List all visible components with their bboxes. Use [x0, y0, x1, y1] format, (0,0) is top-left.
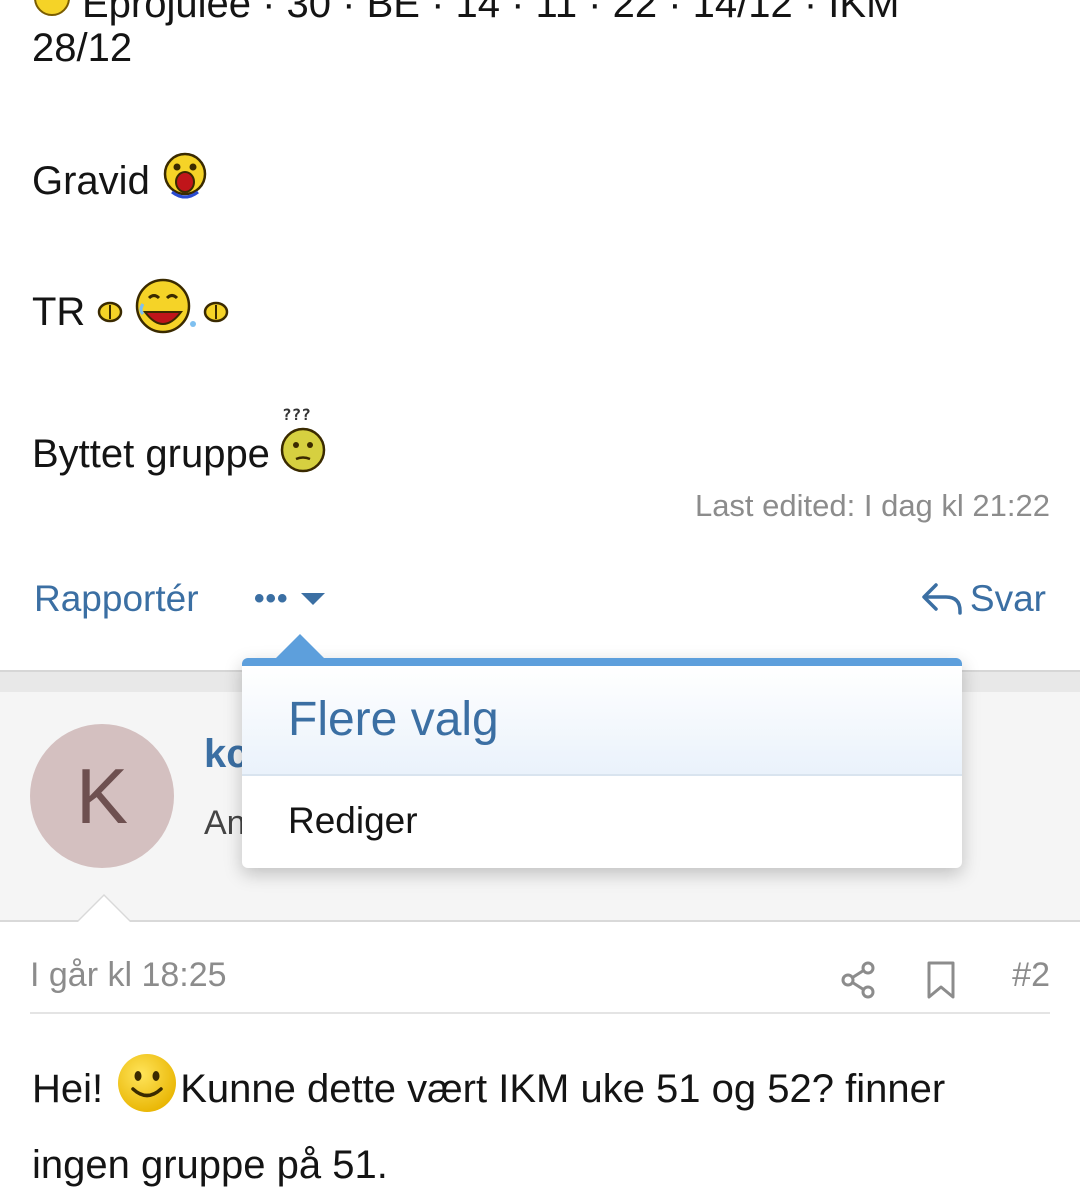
- small-hand-icon: [203, 288, 229, 336]
- post-2-body: Hei! Kunne dette vært IKM uke 51 og 52? …: [32, 1052, 1052, 1191]
- post-text-tr: TR: [32, 276, 229, 347]
- post-text-gravid: Gravid: [32, 150, 210, 211]
- more-options-button[interactable]: •••: [254, 574, 334, 624]
- confused-smiley-icon: ???: [278, 405, 328, 485]
- tr-text: TR: [32, 289, 86, 334]
- reply-label: Svar: [969, 578, 1046, 619]
- more-options-menu: Flere valg Rediger: [242, 634, 962, 868]
- gravid-text: Gravid: [32, 158, 150, 203]
- post-text-clipped-line: Eprojulee · 30 · BE · 14 · 11 · 22 · 14/…: [32, 0, 899, 29]
- more-dots-icon: •••: [254, 582, 289, 615]
- small-hand-icon: [97, 288, 123, 336]
- avatar-letter: K: [75, 751, 129, 840]
- reply-arrow-icon: [922, 583, 962, 615]
- menu-accent-bar: [242, 658, 962, 666]
- menu-item-edit[interactable]: Rediger: [242, 778, 962, 864]
- post-actions-bar: Rapportér ••• Svar: [0, 574, 1080, 626]
- menu-header: Flere valg: [242, 666, 962, 776]
- post-timestamp[interactable]: I går kl 18:25: [30, 956, 227, 995]
- reply-button[interactable]: Svar: [920, 578, 1046, 620]
- post-number-link[interactable]: #2: [1012, 956, 1050, 995]
- bookmark-icon[interactable]: [924, 960, 958, 1005]
- post-text-date: 28/12: [32, 24, 132, 72]
- clipped-text: Eprojulee · 30 · BE · 14 · 11 · 22 · 14/…: [82, 0, 900, 26]
- share-icon[interactable]: [838, 960, 878, 1005]
- post-2-meta: I går kl 18:25 #2: [30, 954, 1050, 1014]
- avatar[interactable]: K: [30, 724, 174, 868]
- report-link[interactable]: Rapportér: [34, 578, 199, 620]
- post-2-text-start: Hei!: [32, 1067, 115, 1111]
- user-title: An: [204, 804, 246, 842]
- user-pointer-arrow: [76, 894, 132, 922]
- menu-pointer-arrow: [274, 634, 326, 660]
- byttet-text: Byttet gruppe: [32, 431, 270, 476]
- post-text-byttet: Byttet gruppe ???: [32, 405, 328, 493]
- crying-laughing-smiley-icon: [133, 276, 201, 347]
- smile-icon: [116, 1052, 178, 1133]
- date-text: 28/12: [32, 26, 133, 70]
- menu-item-label: Rediger: [288, 800, 418, 841]
- shocked-smiley-icon: [160, 150, 210, 211]
- svg-text:???: ???: [282, 406, 311, 424]
- last-edited-text: Last edited: I dag kl 21:22: [694, 488, 1050, 523]
- chevron-down-icon: [300, 593, 325, 605]
- menu-title: Flere valg: [288, 693, 499, 746]
